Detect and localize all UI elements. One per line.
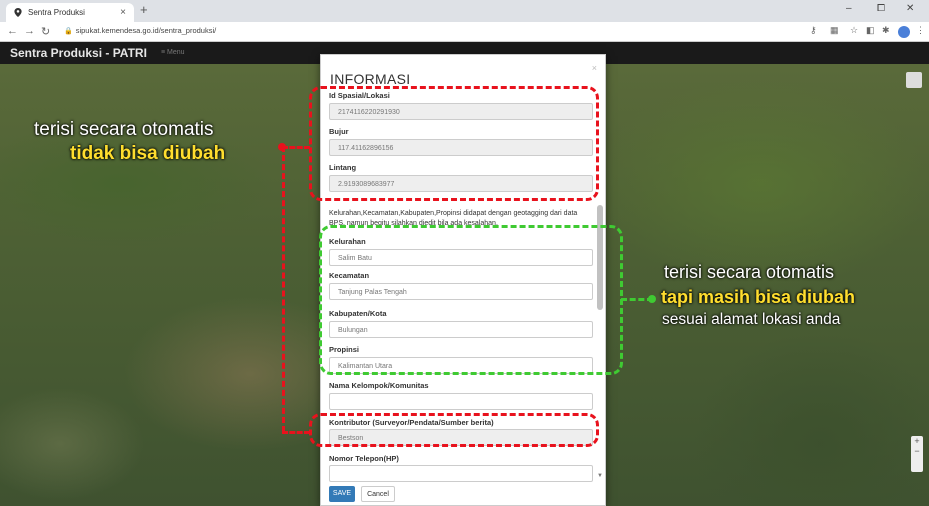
tab-title: Sentra Produksi bbox=[28, 8, 85, 17]
kelompok-label: Nama Kelompok/Komunitas bbox=[329, 381, 429, 390]
contributor-field-highlight bbox=[309, 413, 599, 447]
scroll-down-arrow-icon[interactable]: ▼ bbox=[597, 473, 603, 479]
annotation-left-line2: tidak bisa diubah bbox=[70, 143, 226, 164]
bookmark-star-icon[interactable]: ☆ bbox=[850, 25, 858, 36]
maximize-icon[interactable]: ⧠ bbox=[877, 3, 885, 14]
minimize-icon[interactable]: – bbox=[846, 3, 852, 14]
puzzle-icon[interactable]: ✱ bbox=[882, 25, 890, 36]
telepon-input[interactable] bbox=[329, 465, 593, 482]
red-connector-vertical bbox=[282, 146, 285, 432]
forward-arrow-icon[interactable]: → bbox=[24, 25, 35, 37]
new-tab-button[interactable]: + bbox=[140, 2, 148, 17]
annotation-right-line2: tapi masih bisa diubah bbox=[661, 287, 856, 307]
browser-tab[interactable]: Sentra Produksi × bbox=[6, 3, 134, 22]
kebab-menu-icon[interactable]: ⋮ bbox=[916, 25, 925, 36]
modal-close-icon[interactable]: × bbox=[592, 63, 597, 73]
close-window-icon[interactable]: ✕ bbox=[906, 3, 914, 14]
red-connector-bottom bbox=[282, 431, 310, 434]
map-pin-icon bbox=[14, 8, 22, 17]
url-text: sipukat.kemendesa.go.id/sentra_produksi/ bbox=[75, 26, 217, 35]
kelompok-input[interactable] bbox=[329, 393, 593, 410]
readonly-fields-highlight bbox=[309, 86, 599, 201]
reload-icon[interactable]: ↻ bbox=[41, 25, 50, 38]
lock-icon: 🔒 bbox=[64, 28, 73, 35]
red-connector-dot bbox=[278, 143, 286, 151]
annotation-left-line1: terisi secara otomatis bbox=[34, 119, 214, 140]
browser-tab-strip: Sentra Produksi × + – ⧠ ✕ bbox=[0, 0, 929, 22]
key-icon[interactable]: ⚷ bbox=[810, 25, 817, 36]
profile-avatar[interactable] bbox=[898, 26, 910, 38]
address-bar[interactable]: 🔒 sipukat.kemendesa.go.id/sentra_produksi… bbox=[64, 26, 216, 35]
telepon-label: Nomor Telepon(HP) bbox=[329, 454, 399, 463]
editable-fields-highlight bbox=[319, 225, 623, 375]
back-arrow-icon[interactable]: ← bbox=[7, 25, 18, 37]
annotation-right-line1: terisi secara otomatis bbox=[664, 262, 835, 282]
app-brand[interactable]: Sentra Produksi - PATRI bbox=[10, 46, 147, 60]
green-connector-dot bbox=[648, 295, 656, 303]
tab-close-icon[interactable]: × bbox=[120, 7, 126, 18]
modal-title: INFORMASI bbox=[330, 71, 411, 87]
map-layer-control[interactable] bbox=[906, 72, 922, 88]
map-zoom-control[interactable]: + − bbox=[911, 436, 923, 472]
red-connector-top bbox=[282, 146, 310, 149]
annotation-right-line3: sesuai alamat lokasi anda bbox=[662, 311, 841, 328]
browser-toolbar: ← → ↻ 🔒 sipukat.kemendesa.go.id/sentra_pr… bbox=[0, 22, 929, 42]
menu-toggle[interactable]: ≡ Menu bbox=[161, 49, 185, 56]
extension-icon[interactable]: ◧ bbox=[866, 25, 875, 36]
save-button[interactable]: SAVE bbox=[329, 486, 355, 502]
cancel-button[interactable]: Cancel bbox=[361, 486, 395, 502]
translate-icon[interactable]: ▦ bbox=[830, 25, 839, 36]
